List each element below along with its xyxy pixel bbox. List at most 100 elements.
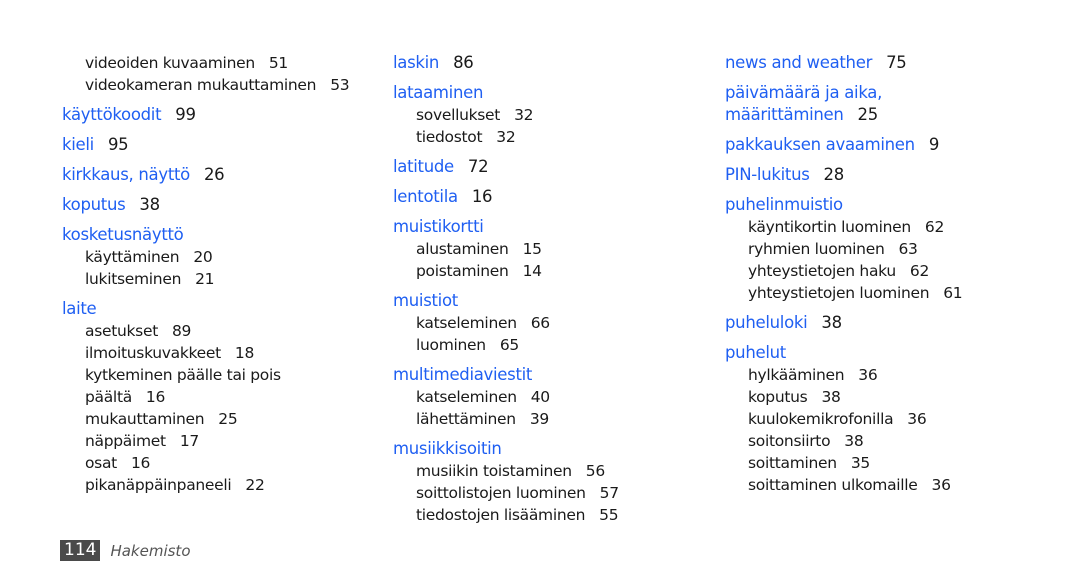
page-reference: 20 — [193, 248, 213, 266]
page-reference: 51 — [268, 54, 288, 72]
index-subterm: yhteystietojen haku 62 — [748, 260, 962, 282]
page-reference: 16 — [145, 388, 166, 406]
page-reference: 26 — [203, 165, 225, 184]
index-term: kosketusnäyttö — [62, 224, 349, 246]
term-text: sovellukset — [416, 106, 501, 124]
page-reference: 66 — [530, 314, 550, 332]
index-subterm: luominen 65 — [416, 334, 619, 356]
index-subterm: tiedostojen lisääminen 55 — [416, 504, 619, 526]
term-text: soittaminen — [748, 454, 837, 472]
index-term: PIN-lukitus 28 — [725, 164, 962, 186]
index-subterm: katseleminen 40 — [416, 386, 619, 408]
index-term: laskin 86 — [393, 52, 619, 74]
index-term: muistiot — [393, 290, 619, 312]
page-reference: 17 — [179, 432, 199, 450]
term-text: multimediaviestit — [393, 365, 533, 384]
page-reference: 40 — [530, 388, 550, 406]
index-subterm: soittaminen ulkomaille 36 — [748, 474, 962, 496]
page-reference: 35 — [850, 454, 870, 472]
index-subterm: poistaminen 14 — [416, 260, 619, 282]
page-reference: 15 — [522, 240, 542, 258]
term-text: videokameran mukauttaminen — [85, 76, 317, 94]
index-column-1: videoiden kuvaaminen 51 videokameran mukau… — [62, 52, 350, 496]
term-text: PIN-lukitus — [725, 165, 810, 184]
term-text: kytkeminen päälle tai pois päältä — [85, 366, 281, 406]
term-text: katseleminen — [416, 388, 517, 406]
term-text: news and weather — [725, 53, 873, 72]
index-subterm: mukauttaminen 25 — [85, 408, 349, 430]
page-reference: 21 — [195, 270, 215, 288]
term-text: asetukset — [85, 322, 158, 340]
page-reference: 25 — [218, 410, 238, 428]
term-text: tiedostojen lisääminen — [416, 506, 586, 524]
index-term: multimediaviestit — [393, 364, 619, 386]
index-column-3: news and weather 75 päivämäärä ja aika, mä… — [725, 52, 963, 496]
term-text: musiikkisoitin — [393, 439, 502, 458]
page-footer: 114 Hakemisto — [60, 540, 191, 561]
term-text: käyttökoodit — [62, 105, 162, 124]
index-term: lataaminen — [393, 82, 619, 104]
index-subterm: lähettäminen 39 — [416, 408, 619, 430]
index-term: kirkkaus, näyttö 26 — [62, 164, 349, 186]
index-subterm: soittolistojen luominen 57 — [416, 482, 619, 504]
page-reference: 89 — [171, 322, 192, 340]
page-reference: 38 — [844, 432, 864, 450]
index-term: puheluloki 38 — [725, 312, 962, 334]
term-text: yhteystietojen luominen — [748, 284, 930, 302]
page-reference: 53 — [330, 76, 350, 94]
term-text: lataaminen — [393, 83, 484, 102]
page-reference: 16 — [471, 187, 493, 206]
page-reference: 25 — [857, 105, 879, 124]
page-reference: 38 — [139, 195, 160, 214]
page-reference: 36 — [907, 410, 927, 428]
index-subterm: osat 16 — [85, 452, 349, 474]
page-reference: 36 — [858, 366, 878, 384]
page-reference: 65 — [499, 336, 519, 354]
index-subterm: hylkääminen 36 — [748, 364, 962, 386]
term-text: pikanäppäinpaneeli — [85, 476, 232, 494]
term-text: käyntikortin luominen — [748, 218, 911, 236]
term-text: koputus — [62, 195, 126, 214]
term-text: tiedostot — [416, 128, 483, 146]
page-reference: 38 — [821, 388, 841, 406]
index-subterm: videokameran mukauttaminen 53 — [85, 74, 350, 96]
index-subterm: koputus 38 — [748, 386, 962, 408]
term-text: soittolistojen luominen — [416, 484, 586, 502]
term-text: osat — [85, 454, 117, 472]
term-text: puhelut — [725, 343, 786, 362]
index-subterm: musiikin toistaminen 56 — [416, 460, 619, 482]
page-reference: 72 — [467, 157, 489, 176]
index-term: käyttökoodit 99 — [62, 104, 349, 126]
term-text: latitude — [393, 157, 454, 176]
term-text: puhelinmuistio — [725, 195, 843, 214]
page-reference: 62 — [909, 262, 930, 280]
index-term: koputus 38 — [62, 194, 349, 216]
page-reference: 22 — [245, 476, 265, 494]
index-subterm: alustaminen 15 — [416, 238, 619, 260]
page-reference: 62 — [924, 218, 945, 236]
term-text: musiikin toistaminen — [416, 462, 572, 480]
index-subterm: kytkeminen päälle tai pois päältä 16 — [85, 364, 349, 408]
term-text: lukitseminen — [85, 270, 182, 288]
term-text: näppäimet — [85, 432, 166, 450]
page-reference: 61 — [943, 284, 963, 302]
term-text: katseleminen — [416, 314, 517, 332]
section-title: Hakemisto — [110, 541, 191, 560]
index-subterm: yhteystietojen luominen 61 — [748, 282, 963, 304]
index-subterm: lukitseminen 21 — [85, 268, 349, 290]
page-reference: 16 — [130, 454, 151, 472]
page-reference: 86 — [453, 53, 474, 72]
index-subterm: ryhmien luominen 63 — [748, 238, 962, 260]
index-subterm: soittaminen 35 — [748, 452, 962, 474]
term-text: lähettäminen — [416, 410, 516, 428]
index-term: latitude 72 — [393, 156, 619, 178]
index-column-2: laskin 86 lataaminen sovellukset 32 tiedostot… — [393, 52, 619, 526]
page-reference: 55 — [599, 506, 619, 524]
page-reference: 14 — [522, 262, 542, 280]
page-reference: 75 — [886, 53, 907, 72]
term-text: ilmoituskuvakkeet — [85, 344, 221, 362]
page-number: 114 — [60, 540, 101, 561]
page-reference: 36 — [931, 476, 951, 494]
term-text: kuulokemikrofonilla — [748, 410, 894, 428]
index-subterm: näppäimet 17 — [85, 430, 349, 452]
